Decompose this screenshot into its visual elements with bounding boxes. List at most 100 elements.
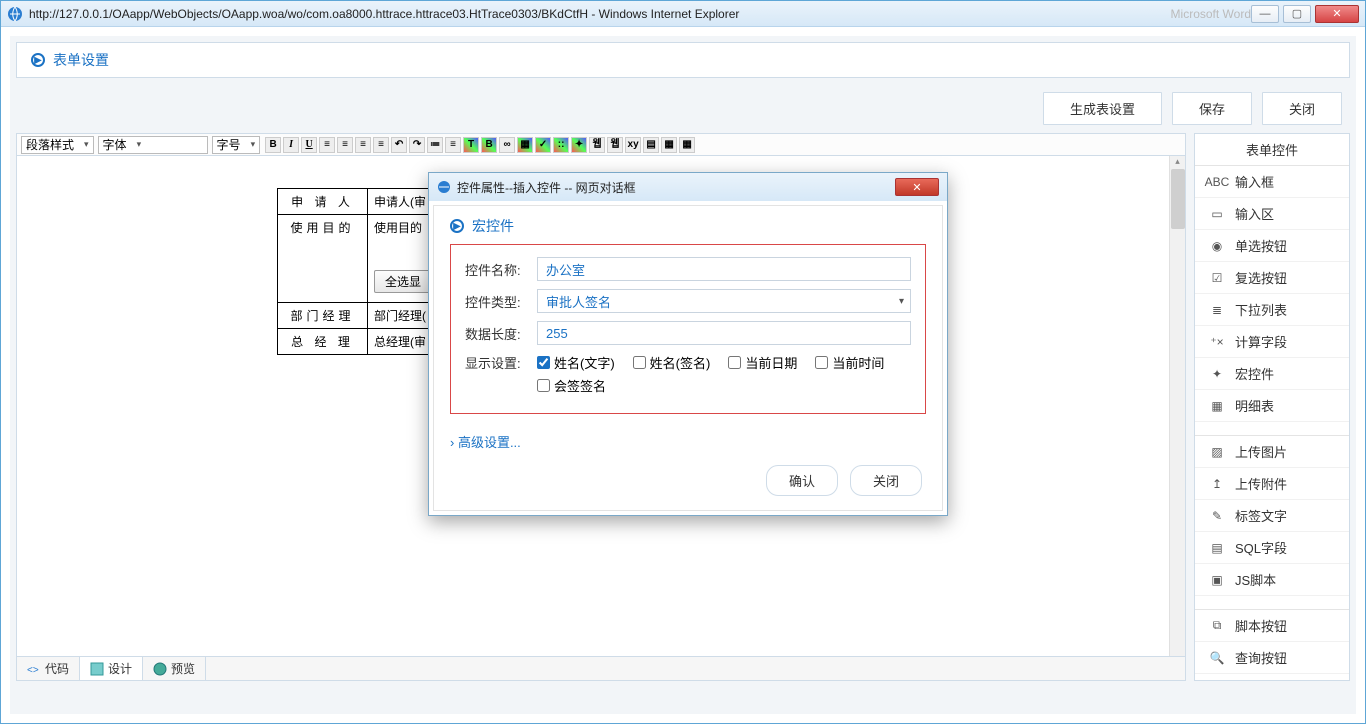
plugin-icon[interactable]: ✦ — [571, 137, 587, 153]
check-current-time[interactable]: 当前时间 — [815, 353, 884, 372]
data-length-input[interactable] — [537, 321, 911, 345]
dialog-section-title: 宏控件 — [472, 216, 514, 236]
label-data-length: 数据长度: — [465, 324, 537, 343]
web-on-icon[interactable]: 웹 — [589, 137, 605, 153]
palette-item-label: 单选按钮 — [1235, 236, 1287, 255]
bg-color-icon[interactable]: B — [481, 137, 497, 153]
align-right-icon[interactable]: ≡ — [355, 137, 371, 153]
close-button[interactable]: 关闭 — [1262, 92, 1342, 125]
palette-item-icon: ▣ — [1209, 572, 1225, 588]
maximize-button[interactable]: ▢ — [1283, 5, 1311, 23]
code-icon: <> — [27, 662, 41, 676]
dialog-title: 控件属性--插入控件 -- 网页对话框 — [457, 179, 636, 196]
control-type-select[interactable]: 审批人签名 — [537, 289, 911, 313]
window-close-button[interactable]: ✕ — [1315, 5, 1359, 23]
undo-icon[interactable]: ↶ — [391, 137, 407, 153]
checkbox[interactable] — [537, 379, 550, 392]
palette-item-icon: ABC — [1209, 174, 1225, 190]
palette-item[interactable]: ⧉脚本按钮 — [1195, 610, 1349, 642]
label-control-name: 控件名称: — [465, 260, 537, 279]
paragraph-style-select[interactable]: 段落样式 — [21, 136, 94, 154]
xy-icon[interactable]: xy — [625, 137, 641, 153]
palette-item-icon: ↥ — [1209, 476, 1225, 492]
font-size-select[interactable]: 字号 — [212, 136, 261, 154]
underline-icon[interactable]: U — [301, 137, 317, 153]
checkbox[interactable] — [537, 356, 550, 369]
align-justify-icon[interactable]: ≡ — [373, 137, 389, 153]
del-table-icon[interactable]: ▦ — [679, 137, 695, 153]
palette-item[interactable]: 🔍查询按钮 — [1195, 642, 1349, 674]
align-center-icon[interactable]: ≡ — [337, 137, 353, 153]
source-icon[interactable]: ▤ — [643, 137, 659, 153]
palette-separator — [1195, 596, 1349, 610]
check-current-date[interactable]: 当前日期 — [728, 353, 797, 372]
save-button[interactable]: 保存 — [1172, 92, 1252, 125]
palette-item[interactable]: ✦宏控件 — [1195, 358, 1349, 390]
control-palette: 表单控件 ABC输入框▭输入区◉单选按钮☑复选按钮≣下拉列表⁺×计算字段✦宏控件… — [1194, 133, 1350, 681]
image-icon[interactable]: ▦ — [517, 137, 533, 153]
palette-item[interactable]: ⁺×计算字段 — [1195, 326, 1349, 358]
editor-view-tabs: <>代码 设计 预览 — [17, 656, 1185, 680]
select-all-button[interactable]: 全选显 — [374, 270, 432, 293]
unordered-list-icon[interactable]: ≡ — [445, 137, 461, 153]
font-select[interactable]: 字体 — [98, 136, 208, 154]
web-off-icon[interactable]: 웹 — [607, 137, 623, 153]
palette-item[interactable]: ▣ JS脚本 — [1195, 564, 1349, 596]
palette-item[interactable]: ABC 输入框 — [1195, 166, 1349, 198]
palette-item[interactable]: ▦明细表 — [1195, 390, 1349, 422]
check-name-text[interactable]: 姓名(文字) — [537, 353, 615, 372]
table-icon[interactable]: ▦ — [661, 137, 677, 153]
checkbox[interactable] — [728, 356, 741, 369]
vertical-scrollbar[interactable] — [1169, 156, 1185, 656]
ordered-list-icon[interactable]: ≔ — [427, 137, 443, 153]
palette-item[interactable]: ✎标签文字 — [1195, 500, 1349, 532]
dialog-cancel-button[interactable]: 关闭 — [850, 465, 922, 496]
label-control-type: 控件类型: — [465, 292, 537, 311]
ie-icon — [437, 180, 451, 194]
check-cosign[interactable]: 会签签名 — [537, 376, 606, 395]
bold-icon[interactable]: B — [265, 137, 281, 153]
dialog-close-button[interactable]: ✕ — [895, 178, 939, 196]
pattern-icon[interactable]: :: — [553, 137, 569, 153]
align-left-icon[interactable]: ≡ — [319, 137, 335, 153]
script-icon[interactable]: ✓ — [535, 137, 551, 153]
palette-item-icon: ⧉ — [1209, 618, 1225, 634]
form-settings-panel: ▶ 表单设置 — [16, 42, 1350, 78]
palette-item[interactable]: ◉单选按钮 — [1195, 230, 1349, 262]
link-icon[interactable]: ∞ — [499, 137, 515, 153]
palette-item[interactable]: ▤SQL字段 — [1195, 532, 1349, 564]
advanced-settings-link[interactable]: › 高级设置... — [434, 426, 942, 457]
palette-item-label: 输入框 — [1235, 172, 1274, 191]
palette-item[interactable]: ≣下拉列表 — [1195, 294, 1349, 326]
dialog-title-bar[interactable]: 控件属性--插入控件 -- 网页对话框 ✕ — [429, 173, 947, 201]
tab-preview[interactable]: 预览 — [143, 657, 206, 680]
tab-design[interactable]: 设计 — [80, 657, 143, 680]
checkbox[interactable] — [633, 356, 646, 369]
palette-item-label: JS脚本 — [1235, 570, 1276, 589]
palette-item[interactable]: ▨上传图片 — [1195, 436, 1349, 468]
check-name-sign[interactable]: 姓名(签名) — [633, 353, 711, 372]
palette-item[interactable]: ☑复选按钮 — [1195, 262, 1349, 294]
palette-item[interactable]: ▭输入区 — [1195, 198, 1349, 230]
expand-icon: ▶ — [31, 53, 45, 67]
palette-item-icon: 🔍 — [1209, 650, 1225, 666]
window-title: http://127.0.0.1/OAapp/WebObjects/OAapp.… — [29, 7, 1153, 21]
palette-item[interactable]: ↥上传附件 — [1195, 468, 1349, 500]
palette-item-icon: ✎ — [1209, 508, 1225, 524]
redo-icon[interactable]: ↷ — [409, 137, 425, 153]
top-toolbar: 生成表设置 保存 关闭 — [10, 84, 1356, 133]
generate-table-button[interactable]: 生成表设置 — [1043, 92, 1162, 125]
text-color-icon[interactable]: T — [463, 137, 479, 153]
palette-item[interactable]: ✐表单按钮 — [1195, 674, 1349, 681]
panel-title: 表单设置 — [53, 50, 109, 70]
tab-code[interactable]: <>代码 — [17, 657, 80, 680]
checkbox[interactable] — [815, 356, 828, 369]
palette-item-label: 明细表 — [1235, 396, 1274, 415]
ie-icon — [7, 6, 23, 22]
palette-item-label: 上传图片 — [1235, 442, 1287, 461]
dialog-ok-button[interactable]: 确认 — [766, 465, 838, 496]
minimize-button[interactable]: — — [1251, 5, 1279, 23]
control-name-input[interactable] — [537, 257, 911, 281]
italic-icon[interactable]: I — [283, 137, 299, 153]
palette-item-icon: ✦ — [1209, 366, 1225, 382]
